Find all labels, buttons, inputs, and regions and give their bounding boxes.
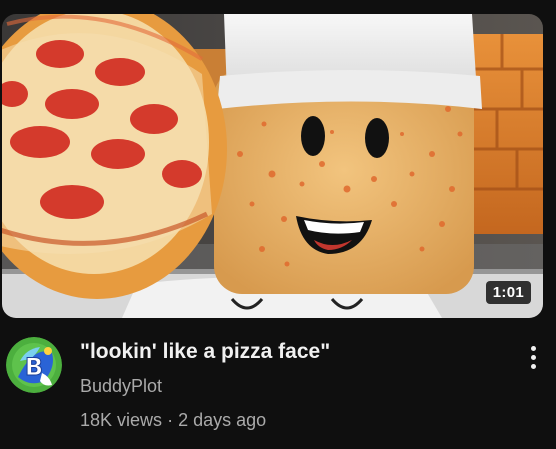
avatar-image: B: [6, 337, 62, 393]
channel-avatar[interactable]: B: [6, 337, 62, 393]
view-count: 18K views: [80, 410, 163, 430]
menu-dot: [530, 363, 536, 369]
video-thumbnail[interactable]: 1:01: [2, 14, 543, 318]
video-duration-badge: 1:01: [485, 281, 531, 304]
channel-name[interactable]: BuddyPlot: [80, 374, 500, 398]
upload-age: 2 days ago: [178, 410, 267, 430]
video-title[interactable]: "lookin' like a pizza face": [80, 338, 500, 366]
video-card[interactable]: 1:01 B "lookin' like a pizza face" Buddy…: [0, 0, 556, 449]
stats-separator: ·: [167, 410, 174, 430]
thumbnail-image: [2, 14, 543, 318]
svg-text:B: B: [25, 353, 43, 381]
video-metadata: "lookin' like a pizza face" BuddyPlot 18…: [80, 338, 500, 432]
video-stats: 18K views · 2 days ago: [80, 408, 500, 432]
menu-dot: [530, 354, 536, 360]
menu-dot: [530, 345, 536, 351]
vertical-ellipsis-icon[interactable]: [521, 340, 545, 374]
